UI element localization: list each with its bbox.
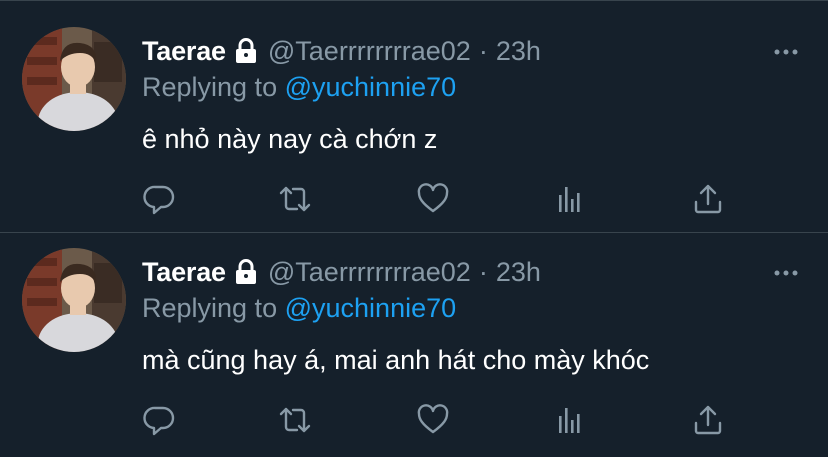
analytics-button[interactable] (554, 182, 588, 216)
user-handle[interactable]: @Taerrrrrrrrae02 (268, 257, 471, 288)
tweet[interactable]: Taerae @Taerrrrrrrrae02 · 23h Replying t… (0, 4, 828, 232)
tweet-actions (142, 182, 732, 216)
replying-to-mention[interactable]: @yuchinnie70 (285, 293, 457, 323)
share-button[interactable] (691, 403, 725, 437)
analytics-icon (559, 408, 580, 433)
more-icon[interactable] (774, 265, 798, 276)
reply-button[interactable] (142, 182, 176, 216)
lock-icon (234, 259, 258, 285)
separator-dot: · (478, 35, 488, 66)
replying-to-mention[interactable]: @yuchinnie70 (285, 72, 457, 102)
analytics-icon (559, 187, 580, 212)
retweet-button[interactable] (278, 182, 312, 216)
retweet-button[interactable] (278, 403, 312, 437)
tweet-text: mà cũng hay á, mai anh hát cho mày khóc (142, 345, 650, 375)
timestamp[interactable]: 23h (496, 257, 541, 288)
user-handle[interactable]: @Taerrrrrrrrae02 (268, 36, 471, 67)
lock-icon (234, 38, 258, 64)
replying-to-label: Replying to (142, 293, 278, 323)
avatar[interactable] (22, 27, 126, 131)
tweet-header: Taerae @Taerrrrrrrrae02 · 23h (142, 255, 541, 289)
separator-dot: · (478, 256, 488, 287)
analytics-button[interactable] (554, 403, 588, 437)
tweet[interactable]: Taerae @Taerrrrrrrrae02 · 23h Replying t… (0, 225, 828, 453)
timestamp[interactable]: 23h (496, 36, 541, 67)
like-button[interactable] (416, 403, 450, 437)
replying-to-line: Replying to @yuchinnie70 (142, 293, 456, 324)
retweet-icon (279, 186, 311, 212)
replying-to-line: Replying to @yuchinnie70 (142, 72, 456, 103)
heart-icon (417, 404, 449, 434)
share-button[interactable] (691, 182, 725, 216)
share-icon (694, 184, 722, 214)
display-name[interactable]: Taerae (142, 36, 226, 67)
like-button[interactable] (416, 182, 450, 216)
avatar[interactable] (22, 248, 126, 352)
retweet-icon (279, 407, 311, 433)
replying-to-label: Replying to (142, 72, 278, 102)
reply-icon (143, 406, 175, 436)
share-icon (694, 405, 722, 435)
reply-button[interactable] (142, 403, 176, 437)
more-icon[interactable] (774, 44, 798, 55)
top-divider (0, 0, 828, 1)
tweet-text: ê nhỏ này nay cà chớn z (142, 124, 438, 154)
tweet-header: Taerae @Taerrrrrrrrae02 · 23h (142, 34, 541, 68)
display-name[interactable]: Taerae (142, 257, 226, 288)
reply-icon (143, 185, 175, 215)
tweet-actions (142, 403, 732, 437)
heart-icon (417, 183, 449, 213)
